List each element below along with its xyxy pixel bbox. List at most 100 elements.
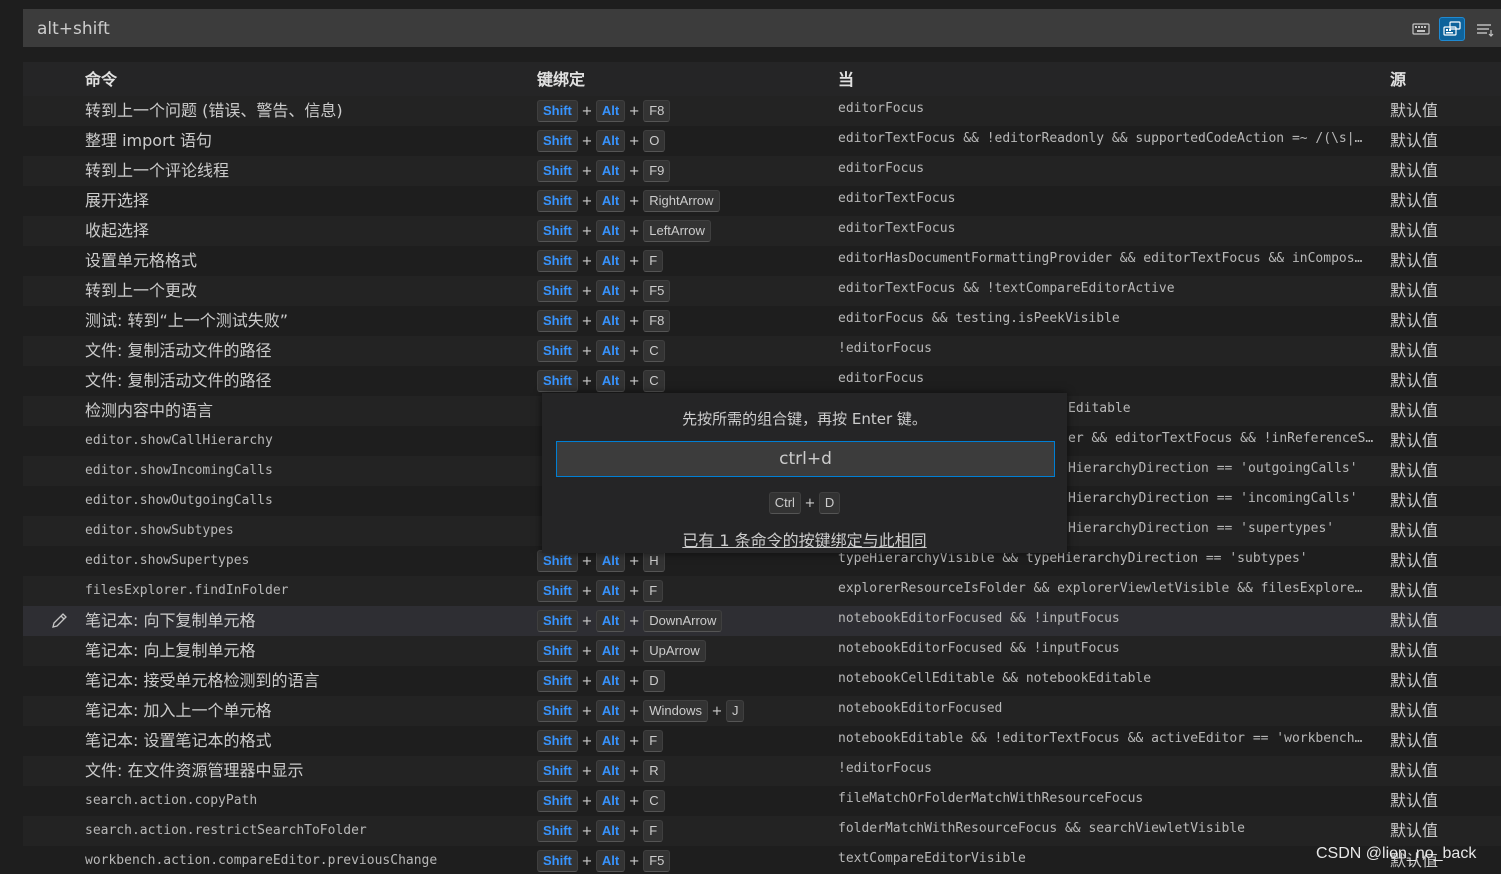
- dialog-key: D: [818, 492, 841, 514]
- command-cell: 文件: 在文件资源管理器中显示: [85, 761, 304, 780]
- command-cell: 笔记本: 加入上一个单元格: [85, 701, 272, 720]
- when-cell: editorTextFocus && !editorReadonly && su…: [838, 131, 1363, 146]
- key-label: Alt: [595, 310, 626, 332]
- table-row[interactable]: 文件: 复制活动文件的路径 Shift + Alt + C !editorFocus 默认值: [23, 336, 1501, 366]
- key-label: Shift: [537, 250, 578, 272]
- table-row[interactable]: 笔记本: 向下复制单元格 Shift + Alt + DownArrow notebookE…: [23, 606, 1501, 636]
- table-row[interactable]: 展开选择 Shift + Alt + RightArrow editorTextFocus 默…: [23, 186, 1501, 216]
- source-cell: 默认值: [1390, 281, 1439, 300]
- table-row[interactable]: workbench.action.compareEditor.previousC…: [23, 846, 1501, 874]
- when-cell: er && editorTextFocus && !inReferenceS…: [1068, 431, 1374, 446]
- key-label: O: [643, 130, 666, 152]
- table-row[interactable]: filesExplorer.findInFolder Shift + Alt + Fexp…: [23, 576, 1501, 606]
- column-header-keybinding: 键绑定: [537, 70, 586, 89]
- key-separator: +: [581, 553, 593, 569]
- key-label: Alt: [595, 340, 626, 362]
- table-row[interactable]: 收起选择 Shift + Alt + LeftArrow editorTextFocus 默认…: [23, 216, 1501, 246]
- command-cell: 检测内容中的语言: [85, 401, 214, 420]
- source-cell: 默认值: [1390, 671, 1439, 690]
- when-cell: !editorFocus: [838, 341, 932, 356]
- table-row[interactable]: 转到上一个评论线程 Shift + Alt + F9 editorFocus 默认值: [23, 156, 1501, 186]
- keybinding-input[interactable]: ctrl+d: [556, 441, 1055, 477]
- keyboard-icon[interactable]: [1408, 17, 1434, 41]
- source-cell: 默认值: [1390, 521, 1439, 540]
- key-label: Shift: [537, 700, 578, 722]
- key-separator: +: [804, 495, 816, 511]
- keybinding-cell: Shift + Alt + R: [537, 760, 665, 782]
- keybinding-cell: Shift + Alt + F: [537, 580, 664, 602]
- when-cell: notebookEditable && !editorTextFocus && …: [838, 731, 1363, 746]
- conflict-link[interactable]: 已有 1 条命令的按键绑定与此相同: [542, 527, 1067, 551]
- edit-pencil-icon[interactable]: [49, 611, 69, 631]
- key-separator: +: [581, 673, 593, 689]
- table-row[interactable]: search.action.restrictSearchToFolder Shif…: [23, 816, 1501, 846]
- command-cell: 转到上一个更改: [85, 281, 198, 300]
- key-label: Shift: [537, 790, 578, 812]
- key-separator: +: [628, 763, 640, 779]
- source-cell: 默认值: [1390, 371, 1439, 390]
- source-cell: 默认值: [1390, 611, 1439, 630]
- key-label: J: [725, 700, 745, 722]
- when-cell: editorFocus: [838, 371, 925, 386]
- key-label: Alt: [595, 550, 626, 572]
- key-label: Shift: [537, 820, 578, 842]
- key-separator: +: [581, 193, 593, 209]
- source-cell: 默认值: [1390, 581, 1439, 600]
- key-separator: +: [628, 823, 640, 839]
- key-separator: +: [628, 163, 640, 179]
- source-cell: 默认值: [1390, 701, 1439, 720]
- keybinding-cell: Shift + Alt + F: [537, 250, 664, 272]
- key-label: Alt: [595, 670, 626, 692]
- when-cell: textCompareEditorVisible: [838, 851, 1026, 866]
- dialog-key: Ctrl: [768, 492, 801, 514]
- table-row[interactable]: 设置单元格格式 Shift + Alt + FeditorHasDocumentForma…: [23, 246, 1501, 276]
- table-row[interactable]: 笔记本: 设置笔记本的格式 Shift + Alt + FnotebookEditable…: [23, 726, 1501, 756]
- command-cell: 展开选择: [85, 191, 150, 210]
- key-separator: +: [581, 853, 593, 869]
- key-separator: +: [581, 223, 593, 239]
- table-row[interactable]: 笔记本: 接受单元格检测到的语言 Shift + Alt + DnotebookCellE…: [23, 666, 1501, 696]
- key-label: Alt: [595, 280, 626, 302]
- when-cell: editorTextFocus: [838, 221, 956, 236]
- key-separator: +: [711, 703, 723, 719]
- table-row[interactable]: 笔记本: 加入上一个单元格 Shift + Alt + Windows + Jnotebook…: [23, 696, 1501, 726]
- source-cell: 默认值: [1390, 761, 1439, 780]
- when-cell: notebookEditorFocused && !inputFocus: [838, 641, 1120, 656]
- table-row[interactable]: 整理 import 语句 Shift + Alt + OeditorTextFocus &…: [23, 126, 1501, 156]
- when-cell: HierarchyDirection == 'outgoingCalls': [1068, 461, 1358, 476]
- record-keys-icon[interactable]: [1439, 17, 1465, 41]
- command-cell: 笔记本: 向上复制单元格: [85, 641, 256, 660]
- table-row[interactable]: 文件: 复制活动文件的路径 Shift + Alt + CeditorFocus 默认值: [23, 366, 1501, 396]
- table-row[interactable]: 笔记本: 向上复制单元格 Shift + Alt + UpArrow notebookEdi…: [23, 636, 1501, 666]
- key-separator: +: [581, 733, 593, 749]
- when-cell: editorFocus: [838, 161, 925, 176]
- key-label: Alt: [595, 730, 626, 752]
- key-separator: +: [581, 313, 593, 329]
- key-label: C: [643, 340, 665, 362]
- key-label: F8: [643, 100, 671, 122]
- key-label: Alt: [595, 850, 626, 872]
- when-cell: editorFocus: [838, 101, 925, 116]
- key-label: Shift: [537, 100, 578, 122]
- command-cell: 设置单元格格式: [85, 251, 198, 270]
- table-row[interactable]: 转到上一个问题 (错误、警告、信息) Shift + Alt + F8 editorFocu…: [23, 96, 1501, 126]
- key-label: RightArrow: [643, 190, 720, 212]
- keybinding-cell: Shift + Alt + F9: [537, 160, 671, 182]
- when-cell: !editorFocus: [838, 761, 932, 776]
- command-cell: search.action.copyPath: [85, 793, 258, 808]
- key-label: F9: [643, 160, 671, 182]
- table-row[interactable]: 转到上一个更改 Shift + Alt + F5 editorTextFocus && !t…: [23, 276, 1501, 306]
- when-cell: fileMatchOrFolderMatchWithResourceFocus: [838, 791, 1144, 806]
- table-row[interactable]: 文件: 在文件资源管理器中显示 Shift + Alt + R !editorFocus 默认…: [23, 756, 1501, 786]
- command-cell: 笔记本: 向下复制单元格: [85, 611, 256, 630]
- keybinding-cell: Shift + Alt + F5: [537, 850, 671, 872]
- keybinding-cell: Shift + Alt + O: [537, 130, 666, 152]
- table-row[interactable]: search.action.copyPath Shift + Alt + CfileMat…: [23, 786, 1501, 816]
- table-row[interactable]: 测试: 转到“上一个测试失败” Shift + Alt + F8 editorFocus &…: [23, 306, 1501, 336]
- key-separator: +: [628, 643, 640, 659]
- sort-by-precedence-icon[interactable]: [1472, 17, 1498, 41]
- key-label: Alt: [595, 220, 626, 242]
- key-label: Shift: [537, 280, 578, 302]
- key-label: Shift: [537, 580, 578, 602]
- search-input[interactable]: alt+shift: [37, 9, 110, 47]
